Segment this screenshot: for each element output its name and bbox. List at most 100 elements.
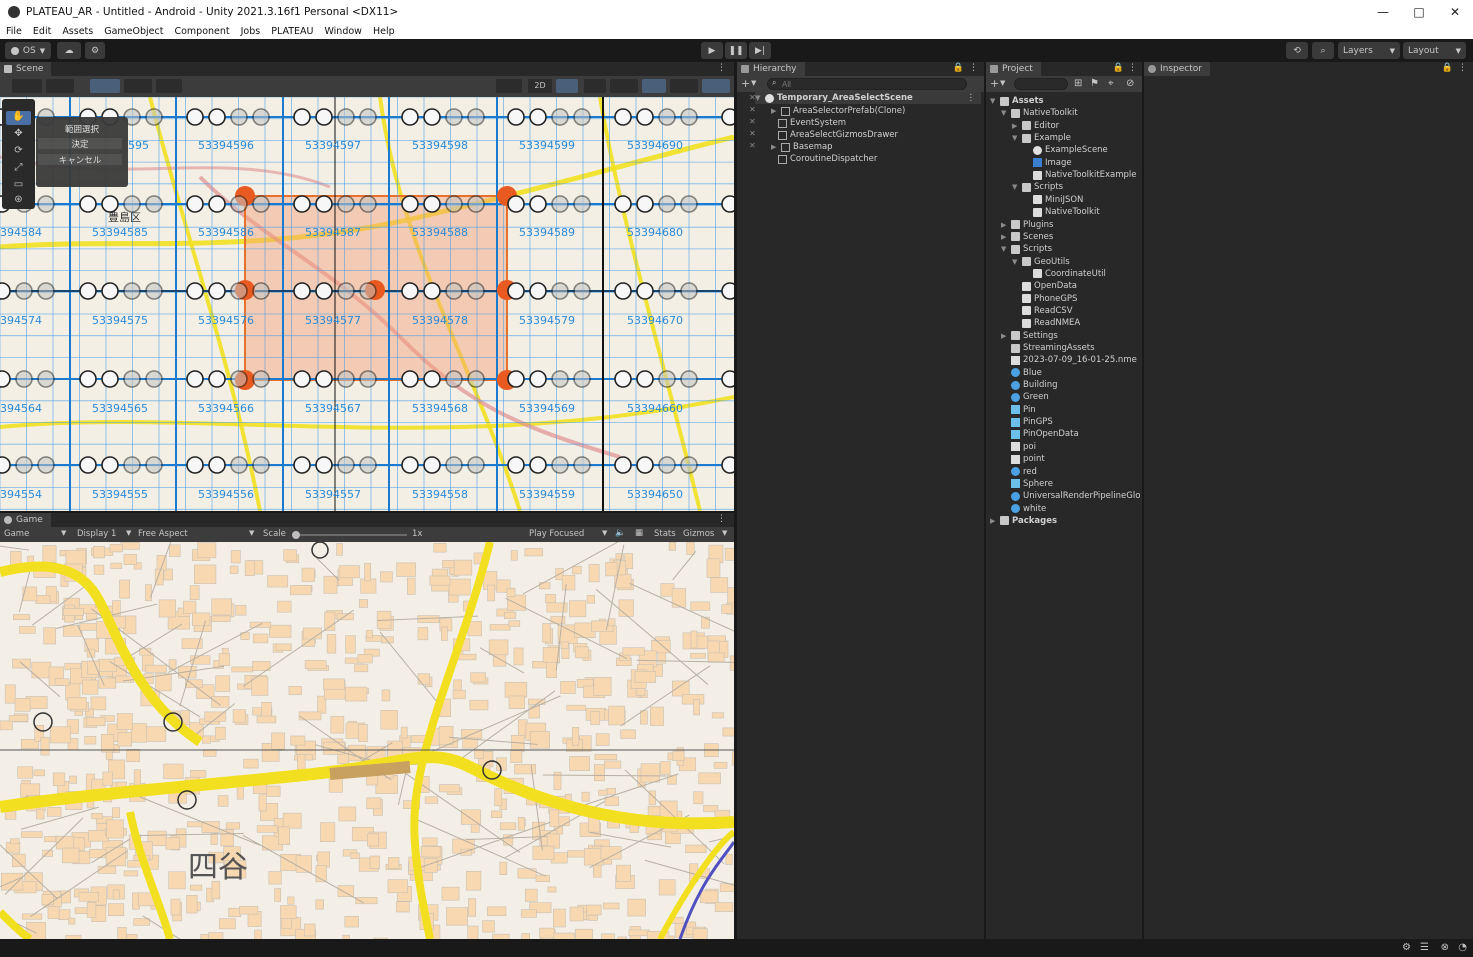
close-button[interactable]: ✕ (1437, 0, 1473, 24)
project-item[interactable]: Pin (1001, 404, 1036, 416)
kebab-menu-icon[interactable]: ⋮ (967, 93, 976, 103)
expand-arrow-icon[interactable]: ▼ (1001, 109, 1008, 117)
project-item[interactable]: Building (1001, 379, 1057, 391)
project-item[interactable]: 2023-07-09_16-01-25.nme (1001, 354, 1137, 366)
menu-plateau[interactable]: PLATEAU (265, 26, 318, 37)
project-item[interactable]: PinOpenData (1001, 428, 1079, 440)
project-item[interactable]: Blue (1001, 367, 1042, 379)
project-item[interactable]: ▼ GeoUtils (1012, 256, 1070, 268)
tab-inspector[interactable]: Inspector (1144, 62, 1210, 76)
game-mode-dropdown[interactable]: Game (4, 529, 29, 539)
kebab-menu-icon[interactable]: ⋮ (717, 514, 726, 524)
game-viewport[interactable]: 四谷 (0, 542, 734, 939)
tab-scene[interactable]: Scene (0, 62, 52, 76)
kebab-menu-icon[interactable]: ⋮ (969, 63, 978, 73)
tab-game[interactable]: Game (0, 513, 51, 527)
hierarchy-item[interactable]: AreaSelectGizmosDrawer (778, 129, 898, 141)
hierarchy-search-input[interactable] (767, 78, 967, 90)
lighting-toggle[interactable] (556, 79, 578, 93)
menu-edit[interactable]: Edit (27, 26, 56, 37)
maximize-button[interactable]: □ (1401, 0, 1437, 24)
expand-arrow-icon[interactable]: ▼ (1001, 245, 1008, 253)
kebab-menu-icon[interactable]: ⋮ (717, 63, 726, 73)
menu-component[interactable]: Component (168, 26, 234, 37)
project-item[interactable]: ▼ Scripts (1012, 181, 1063, 193)
menu-gameobject[interactable]: GameObject (98, 26, 168, 37)
project-item[interactable]: ▼ NativeToolkit (1001, 107, 1078, 119)
project-item[interactable]: UniversalRenderPipelineGlo (1001, 490, 1140, 502)
visibility-toggles[interactable]: ✕ ✕ ✕ ✕ ✕ (749, 92, 757, 152)
align-button[interactable] (156, 79, 182, 93)
menu-file[interactable]: File (0, 26, 27, 37)
draw-mode-dropdown[interactable] (12, 79, 42, 93)
project-item[interactable]: Image (1023, 157, 1072, 169)
project-item[interactable]: PhoneGPS (1012, 293, 1077, 305)
cloud-button[interactable]: ☁ (57, 42, 81, 59)
project-item[interactable]: ▶ Settings (1001, 330, 1058, 342)
project-item[interactable]: NativeToolkitExample (1023, 169, 1137, 181)
menu-help[interactable]: Help (367, 26, 400, 37)
tag-icon[interactable]: ⌖ (1108, 78, 1114, 89)
grid-icon[interactable]: ▦ (635, 528, 643, 538)
tab-hierarchy[interactable]: Hierarchy (737, 62, 805, 76)
kebab-menu-icon[interactable]: ⋮ (1458, 63, 1467, 73)
audio-toggle[interactable] (584, 79, 606, 93)
camera-dropdown[interactable] (670, 79, 698, 93)
rotate-tool-button[interactable]: ⟳ (6, 145, 31, 159)
project-item[interactable]: NativeToolkit (1023, 206, 1100, 218)
lock-icon[interactable]: 🔒 (953, 63, 964, 73)
menu-jobs[interactable]: Jobs (235, 26, 266, 37)
hierarchy-item[interactable]: ▶ AreaSelectorPrefab(Clone) (771, 105, 905, 117)
lock-icon[interactable]: 🔒 (1442, 63, 1453, 73)
search-button[interactable]: ⌕ (1312, 42, 1334, 59)
add-icon[interactable]: + (990, 77, 999, 90)
expand-arrow-icon[interactable]: ▶ (990, 517, 997, 525)
progress-icon[interactable]: ◔ (1458, 942, 1467, 953)
confirm-button[interactable]: 決定 (38, 138, 122, 150)
scale-slider[interactable] (292, 531, 407, 539)
2d-toggle[interactable]: 2D (528, 79, 552, 93)
project-search-input[interactable] (1014, 78, 1068, 90)
project-item[interactable]: OpenData (1012, 280, 1077, 292)
add-icon[interactable]: + (741, 77, 750, 90)
play-mode-dropdown[interactable]: Play Focused (529, 529, 584, 539)
snap-increment-dropdown[interactable] (124, 79, 152, 93)
history-button[interactable]: ⟲ (1286, 42, 1308, 59)
bug-icon[interactable]: ⚙ (1402, 942, 1411, 953)
project-item[interactable]: ▶ Editor (1012, 120, 1059, 132)
transform-tool-button[interactable]: ⊛ (6, 194, 31, 208)
expand-arrow-icon[interactable]: ▼ (990, 97, 997, 105)
expand-arrow-icon[interactable]: ▶ (1012, 122, 1019, 130)
expand-arrow-icon[interactable]: ▼ (1012, 134, 1019, 142)
stats-button[interactable]: Stats (654, 529, 676, 539)
display-dropdown[interactable]: Display 1 (77, 529, 116, 539)
effects-dropdown[interactable] (610, 79, 638, 93)
menu-window[interactable]: Window (318, 26, 366, 37)
expand-arrow-icon[interactable]: ▼ (1012, 183, 1019, 191)
mute-audio-icon[interactable]: 🔈 (615, 528, 626, 538)
lock-icon[interactable]: 🔒 (1113, 63, 1124, 73)
project-item[interactable]: ExampleScene (1023, 144, 1108, 156)
hierarchy-scene-row[interactable]: ▼ Temporary_AreaSelectScene ⋮ (755, 92, 981, 104)
project-item[interactable]: Green (1001, 391, 1049, 403)
hierarchy-item[interactable]: CoroutineDispatcher (778, 153, 877, 165)
filter-type-icon[interactable]: ⊞ (1074, 78, 1082, 89)
minimize-button[interactable]: — (1365, 0, 1401, 24)
scale-slider-handle[interactable] (292, 531, 300, 539)
play-button[interactable]: ▶ (701, 42, 723, 59)
expand-arrow-icon[interactable]: ▶ (1001, 221, 1008, 229)
collab-button[interactable]: ⚙ (85, 42, 105, 59)
move-tool-button[interactable]: ✥ (6, 128, 31, 142)
step-button[interactable]: ▶| (749, 42, 771, 59)
gizmos-button[interactable]: Gizmos (683, 529, 714, 539)
project-item[interactable]: ReadCSV (1012, 305, 1073, 317)
aspect-dropdown[interactable]: Free Aspect (138, 529, 188, 539)
project-item[interactable]: StreamingAssets (1001, 342, 1095, 354)
project-item[interactable]: poi (1001, 441, 1036, 453)
filter-label-icon[interactable]: ⚑ (1090, 78, 1099, 89)
layers-dropdown[interactable]: Layers ▼ (1338, 42, 1400, 59)
project-item[interactable]: PinGPS (1001, 416, 1053, 428)
shading-dropdown[interactable] (496, 79, 522, 93)
scene-viewport[interactable]: 595 53394596 53394597 53394598 53394599 53394… (0, 97, 734, 511)
project-item[interactable]: Sphere (1001, 478, 1053, 490)
